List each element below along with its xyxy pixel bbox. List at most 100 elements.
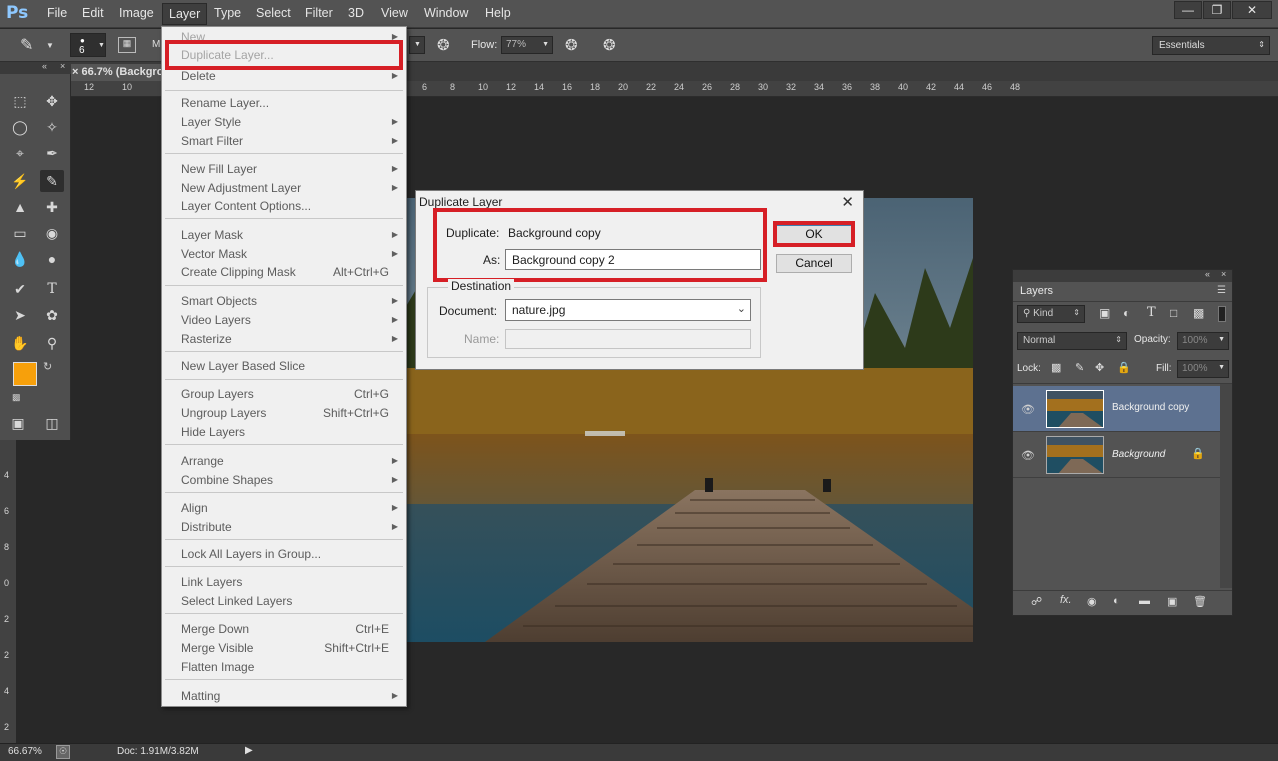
document-select[interactable]: nature.jpg ⌄ [505,299,751,321]
close-panel-icon[interactable]: × [1221,269,1226,279]
layer-row-background-copy[interactable]: 👁 Background copy [1013,386,1220,432]
menu-item-new-adjustment-layer[interactable]: New Adjustment Layer [181,181,301,195]
path-select-icon[interactable]: ➤ [8,304,32,326]
clone-stamp-icon[interactable]: ▲ [8,196,32,218]
adjustment-layer-icon[interactable]: ◐ [1113,595,1120,607]
menu-item-distribute[interactable]: Distribute [181,520,232,534]
filter-toggle[interactable] [1218,306,1226,322]
menu-item-matting[interactable]: Matting [181,689,220,703]
eyedropper-tool-icon[interactable]: ✒ [40,142,64,164]
close-panel-icon[interactable]: × [60,61,65,71]
layers-scrollbar[interactable] [1220,384,1232,588]
menu-item-create-clipping-mask[interactable]: Create Clipping Mask [181,265,296,279]
share-icon[interactable]: ☉ [56,745,70,759]
visibility-eye-icon[interactable]: 👁 [1021,403,1035,416]
restore-icon[interactable]: ❐ [1203,1,1231,19]
lock-all-icon[interactable]: 🔒 [1117,361,1131,374]
menu-filter[interactable]: Filter [305,6,333,20]
menu-item-delete[interactable]: Delete [181,69,216,83]
workspace-switcher[interactable]: Essentials ⇕ [1152,36,1270,55]
opacity-input[interactable]: 100% ▼ [1177,332,1229,350]
menu-item-link-layers[interactable]: Link Layers [181,575,242,589]
menu-view[interactable]: View [381,6,408,20]
minimize-icon[interactable]: — [1174,1,1202,19]
menu-edit[interactable]: Edit [82,6,104,20]
menu-item-video-layers[interactable]: Video Layers [181,313,251,327]
healing-brush-icon[interactable]: ⚡ [8,170,32,192]
collapse-icon[interactable]: « [1205,269,1210,279]
document-tab[interactable]: × 66.7% (Backgro [68,64,168,81]
menu-item-ungroup-layers[interactable]: Ungroup Layers [181,406,266,420]
pen-tool-icon[interactable]: ✔ [8,278,32,300]
foreground-color-swatch[interactable] [13,362,37,386]
menu-item-rasterize[interactable]: Rasterize [181,332,232,346]
shape-filter-icon[interactable]: □ [1170,306,1177,320]
link-layers-icon[interactable]: ☍ [1031,595,1042,608]
new-layer-icon[interactable]: ▣ [1167,595,1177,608]
menu-item-smart-objects[interactable]: Smart Objects [181,294,257,308]
dodge-tool-icon[interactable]: ● [40,248,64,270]
cancel-button[interactable]: Cancel [776,254,852,273]
menu-item-hide-layers[interactable]: Hide Layers [181,425,245,439]
blur-tool-icon[interactable]: 💧 [8,248,32,270]
close-icon[interactable]: ✕ [1232,1,1272,19]
tab-layers[interactable]: Layers [1015,283,1055,301]
kind-filter[interactable]: ⚲ Kind ⇕ [1017,305,1085,323]
menu-window[interactable]: Window [424,6,468,20]
menu-type[interactable]: Type [214,6,241,20]
menu-image[interactable]: Image [119,6,154,20]
menu-item-new-fill-layer[interactable]: New Fill Layer [181,162,257,176]
smart-object-filter-icon[interactable]: ▩ [1193,306,1204,320]
lasso-tool-icon[interactable]: ◯ [8,116,32,138]
chevron-down-icon[interactable]: ▼ [46,41,54,50]
menu-item-merge-down[interactable]: Merge Down [181,622,249,636]
add-mask-icon[interactable]: ◉ [1087,595,1097,608]
menu-item-vector-mask[interactable]: Vector Mask [181,247,247,261]
default-colors-icon[interactable]: ▩ [12,392,21,403]
close-icon[interactable]: ✕ [841,193,854,211]
pressure-opacity-icon[interactable]: ❂ [437,36,450,54]
marquee-tool-icon[interactable]: ⬚ [8,90,32,112]
status-menu-arrow-icon[interactable]: ▶ [245,745,253,756]
type-filter-icon[interactable]: T [1147,305,1156,320]
lock-paint-icon[interactable]: ✎ [1075,361,1084,374]
quick-mask-icon[interactable]: ▣ [6,412,30,434]
menu-item-flatten-image[interactable]: Flatten Image [181,660,254,674]
menu-item-align[interactable]: Align [181,501,208,515]
lock-position-icon[interactable]: ✥ [1095,361,1104,374]
eraser-tool-icon[interactable]: ▭ [8,222,32,244]
flow-input[interactable]: 77% ▼ [501,36,553,54]
fx-icon[interactable]: fx. [1060,594,1072,606]
menu-item-select-linked-layers[interactable]: Select Linked Layers [181,594,292,608]
visibility-eye-icon[interactable]: 👁 [1021,449,1035,462]
fill-input[interactable]: 100% ▼ [1177,360,1229,378]
opacity-dropdown[interactable]: ▼ [409,36,425,54]
brush-tool-icon[interactable]: ✎ [40,170,64,192]
menu-item-merge-visible[interactable]: Merge Visible [181,641,253,655]
brush-panel-icon[interactable]: ▦ [118,37,136,53]
layer-row-background[interactable]: 👁 Background 🔒 [1013,432,1220,478]
menu-item-smart-filter[interactable]: Smart Filter [181,134,243,148]
paint-bucket-icon[interactable]: ◉ [40,222,64,244]
menu-item-combine-shapes[interactable]: Combine Shapes [181,473,273,487]
menu-layer[interactable]: Layer [162,3,208,25]
quick-select-tool-icon[interactable]: ✧ [40,116,64,138]
lock-transparent-icon[interactable]: ▩ [1051,361,1061,374]
airbrush-icon[interactable]: ❂ [565,36,578,54]
type-tool-icon[interactable]: T [40,278,64,300]
menu-item-group-layers[interactable]: Group Layers [181,387,254,401]
name-input[interactable] [505,329,751,349]
trash-icon[interactable]: 🗑 [1193,595,1207,608]
menu-item-layer-content-options[interactable]: Layer Content Options... [181,199,311,213]
brush-tool-icon[interactable]: ✎ [20,35,33,55]
menu-item-layer-style[interactable]: Layer Style [181,115,241,129]
zoom-level[interactable]: 66.67% [8,746,42,757]
menu-item-layer-mask[interactable]: Layer Mask [181,228,243,242]
menu-item-rename-layer[interactable]: Rename Layer... [181,96,269,110]
shape-tool-icon[interactable]: ✿ [40,304,64,326]
blend-mode-select[interactable]: Normal ⇕ [1017,332,1127,350]
menu-item-new-layer-based-slice[interactable]: New Layer Based Slice [181,359,305,373]
menu-file[interactable]: File [47,6,67,20]
menu-3d[interactable]: 3D [348,6,364,20]
hand-tool-icon[interactable]: ✋ [8,332,32,354]
